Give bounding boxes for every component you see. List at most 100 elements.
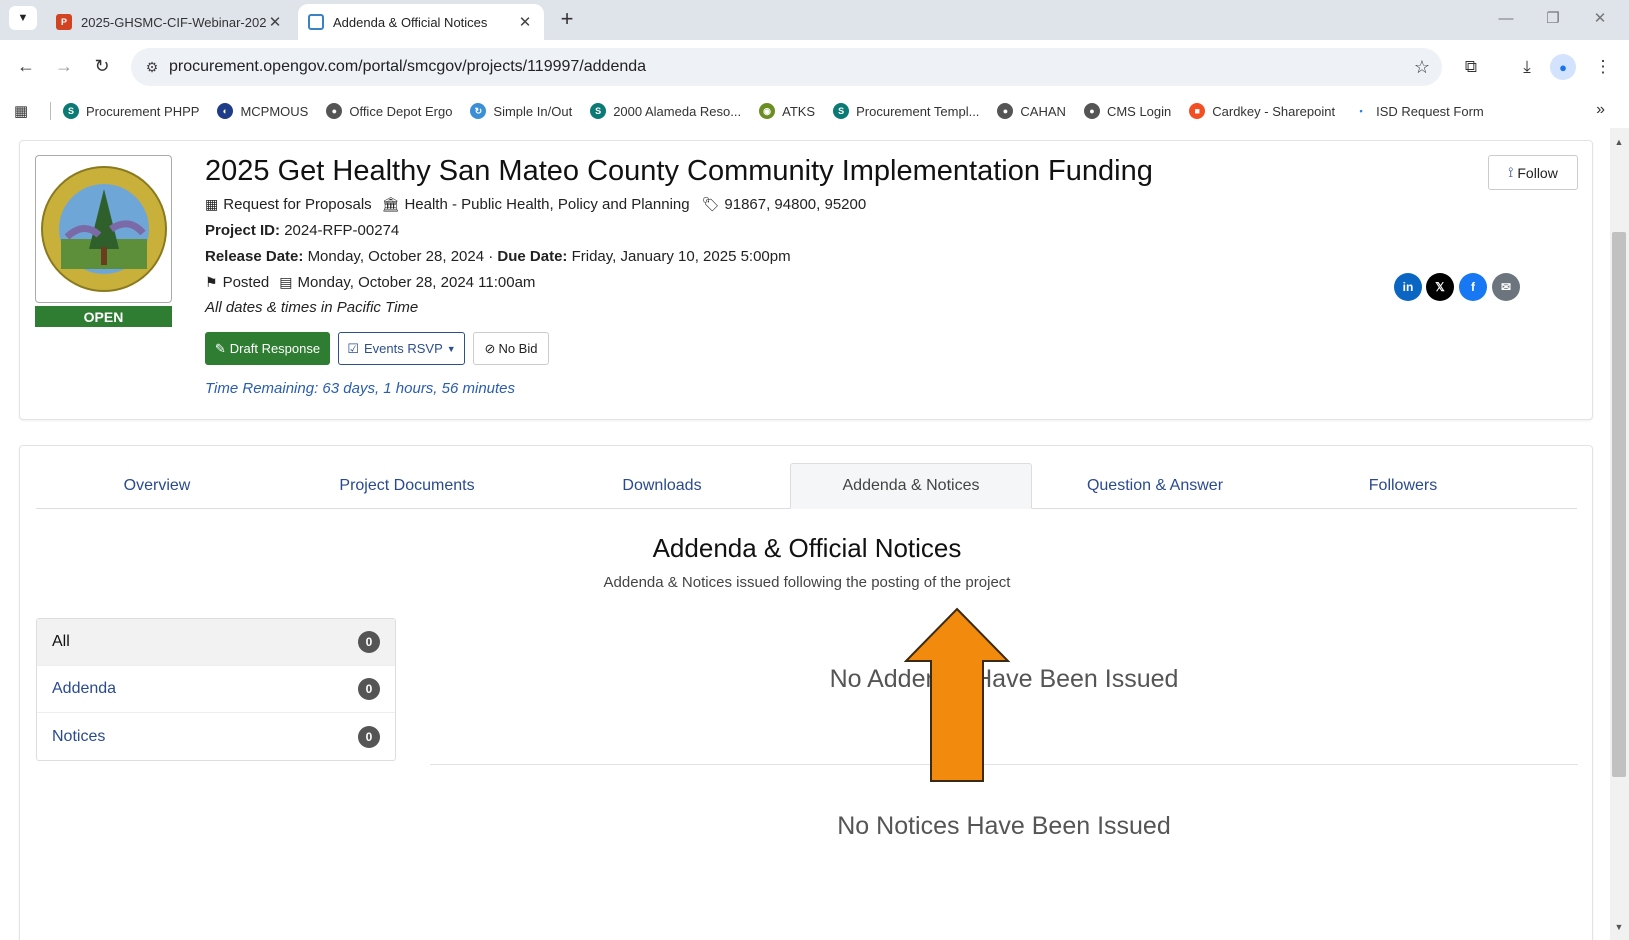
restore-icon: ❐: [1546, 10, 1560, 27]
section-title: Addenda & Official Notices: [652, 533, 962, 563]
close-icon: ✕: [1593, 10, 1607, 27]
reload-button[interactable]: ↻: [86, 50, 118, 82]
site-settings-icon[interactable]: ⚙: [135, 59, 169, 76]
bookmark-item[interactable]: • ISD Request Form: [1353, 103, 1484, 119]
download-icon[interactable]: ⤓: [1512, 52, 1542, 82]
calendar-icon: ▤: [279, 274, 293, 290]
apps-grid-icon[interactable]: ▦: [14, 102, 46, 120]
no-notices-message: No Notices Have Been Issued: [837, 812, 1171, 840]
tab-addenda-notices[interactable]: Addenda & Notices: [790, 463, 1032, 509]
browser-tab-webinar[interactable]: P 2025-GHSMC-CIF-Webinar-202 ✕: [46, 4, 294, 40]
scroll-down-icon[interactable]: ▼: [1612, 922, 1626, 932]
bookmark-star-icon[interactable]: ☆: [1402, 57, 1442, 78]
bookmarks-bar: ▦ S Procurement PHPP ◐ MCPMOUS ● Office Depot…: [0, 96, 1629, 126]
tags-icon: 🏷: [701, 196, 720, 212]
addenda-filter-list: All 0 Addenda 0 Notices 0: [36, 618, 396, 761]
events-rsvp-label: Events RSVP: [363, 341, 443, 356]
chevron-down-icon: ▼: [17, 12, 29, 24]
browser-tab-addenda[interactable]: Addenda & Official Notices ✕: [298, 4, 544, 40]
project-id-label: Project ID:: [205, 222, 281, 239]
bookmark-label: MCPMOUS: [240, 103, 309, 119]
minimize-icon: —: [1498, 9, 1514, 27]
bookmark-label: CMS Login: [1106, 103, 1172, 119]
extensions-icon[interactable]: ⧉: [1456, 52, 1486, 82]
draft-response-button[interactable]: ✎ Draft Response: [205, 332, 330, 365]
dates-separator: ·: [488, 248, 494, 265]
close-icon[interactable]: ✕: [516, 13, 534, 31]
project-header-card: OPEN 2025 Get Healthy San Mateo County C…: [19, 140, 1593, 420]
tab-title: Addenda & Official Notices: [333, 14, 488, 30]
globe-icon: ●: [997, 103, 1014, 119]
seal-icon: ◉: [759, 103, 776, 119]
facebook-icon[interactable]: f: [1459, 273, 1487, 301]
bookmark-item[interactable]: ◉ ATKS: [759, 103, 815, 119]
bookmark-item[interactable]: S 2000 Alameda Reso...: [590, 103, 741, 119]
caret-down-icon: ▼: [446, 343, 456, 354]
bookmark-item[interactable]: S Procurement Templ...: [833, 103, 979, 119]
arrow-left-icon: ←: [17, 55, 35, 76]
tab-project-documents[interactable]: Project Documents: [286, 463, 528, 509]
dot-icon: •: [1359, 106, 1363, 116]
section-subtitle: Addenda & Notices issued following the p…: [603, 574, 1011, 591]
draft-response-label: Draft Response: [229, 341, 321, 356]
count-badge: 0: [358, 631, 380, 653]
filter-notices[interactable]: Notices 0: [37, 713, 395, 760]
tab-downloads[interactable]: Downloads: [536, 463, 788, 509]
no-bid-button[interactable]: ⊘ No Bid: [473, 332, 549, 365]
bookmark-item[interactable]: ● Office Depot Ergo: [326, 103, 452, 119]
address-bar[interactable]: ⚙ procurement.opengov.com/portal/smcgov/…: [131, 48, 1442, 86]
project-department: Health - Public Health, Policy and Plann…: [404, 196, 690, 213]
plus-icon: +: [560, 6, 574, 31]
close-icon[interactable]: ✕: [266, 13, 284, 31]
tab-followers[interactable]: Followers: [1282, 463, 1524, 509]
refresh-icon: ↻: [470, 103, 487, 119]
minimize-button[interactable]: —: [1486, 6, 1526, 30]
bookmark-item[interactable]: ● CMS Login: [1083, 103, 1172, 119]
url-text[interactable]: procurement.opengov.com/portal/smcgov/pr…: [169, 58, 1402, 76]
more-bookmarks-icon[interactable]: »: [1596, 101, 1605, 119]
restore-button[interactable]: ❐: [1533, 6, 1573, 30]
bookmark-item[interactable]: ↻ Simple In/Out: [470, 103, 572, 119]
back-button[interactable]: ←: [10, 50, 42, 82]
x-icon[interactable]: 𝕏: [1426, 273, 1454, 301]
profile-avatar[interactable]: ●: [1550, 54, 1576, 80]
building-icon: 🏛: [381, 196, 400, 212]
filter-all[interactable]: All 0: [37, 619, 395, 666]
linkedin-icon[interactable]: in: [1394, 273, 1422, 301]
microsoft-icon: ■: [1189, 103, 1206, 119]
rss-icon: ⟟: [1508, 164, 1514, 180]
scroll-up-icon[interactable]: ▲: [1612, 137, 1626, 147]
powerpoint-icon: P: [56, 14, 72, 30]
posted-date: Monday, October 28, 2024 11:00am: [297, 274, 536, 291]
follow-button[interactable]: ⟟ Follow: [1488, 155, 1578, 190]
tab-overview[interactable]: Overview: [36, 463, 278, 509]
bookmark-item[interactable]: ● CAHAN: [997, 103, 1066, 119]
bookmark-item[interactable]: ◐ MCPMOUS: [217, 103, 308, 119]
scrollbar-thumb[interactable]: [1612, 232, 1626, 777]
release-label: Release Date:: [205, 248, 304, 265]
bookmark-item[interactable]: S Procurement PHPP: [63, 103, 199, 119]
bookmark-label: Procurement Templ...: [856, 103, 980, 119]
filter-label: Notices: [52, 727, 106, 745]
filter-addenda[interactable]: Addenda 0: [37, 666, 395, 713]
posted-status: Posted: [222, 274, 270, 291]
tab-search-button[interactable]: ▼: [9, 6, 37, 30]
status-badge: OPEN: [35, 306, 172, 327]
bookmark-label: Simple In/Out: [493, 103, 573, 119]
seal-icon: [40, 166, 167, 292]
count-badge: 0: [358, 678, 380, 700]
calendar-check-icon: ☑: [347, 340, 359, 356]
project-title: 2025 Get Healthy San Mateo County Commun…: [205, 155, 1153, 187]
opengov-icon: [308, 14, 324, 30]
close-window-button[interactable]: ✕: [1580, 6, 1620, 30]
email-icon[interactable]: ✉: [1492, 273, 1520, 301]
tab-question-answer[interactable]: Question & Answer: [1034, 463, 1276, 509]
forward-button[interactable]: →: [48, 50, 80, 82]
bookmark-label: Cardkey - Sharepoint: [1212, 103, 1336, 119]
menu-kebab-icon[interactable]: ⋮: [1588, 52, 1618, 82]
events-rsvp-button[interactable]: ☑ Events RSVP ▼: [338, 332, 465, 365]
bookmark-item[interactable]: ■ Cardkey - Sharepoint: [1189, 103, 1335, 119]
new-tab-button[interactable]: +: [553, 5, 581, 33]
bookmark-label: Office Depot Ergo: [349, 103, 453, 119]
bookmark-label: Procurement PHPP: [86, 103, 200, 119]
